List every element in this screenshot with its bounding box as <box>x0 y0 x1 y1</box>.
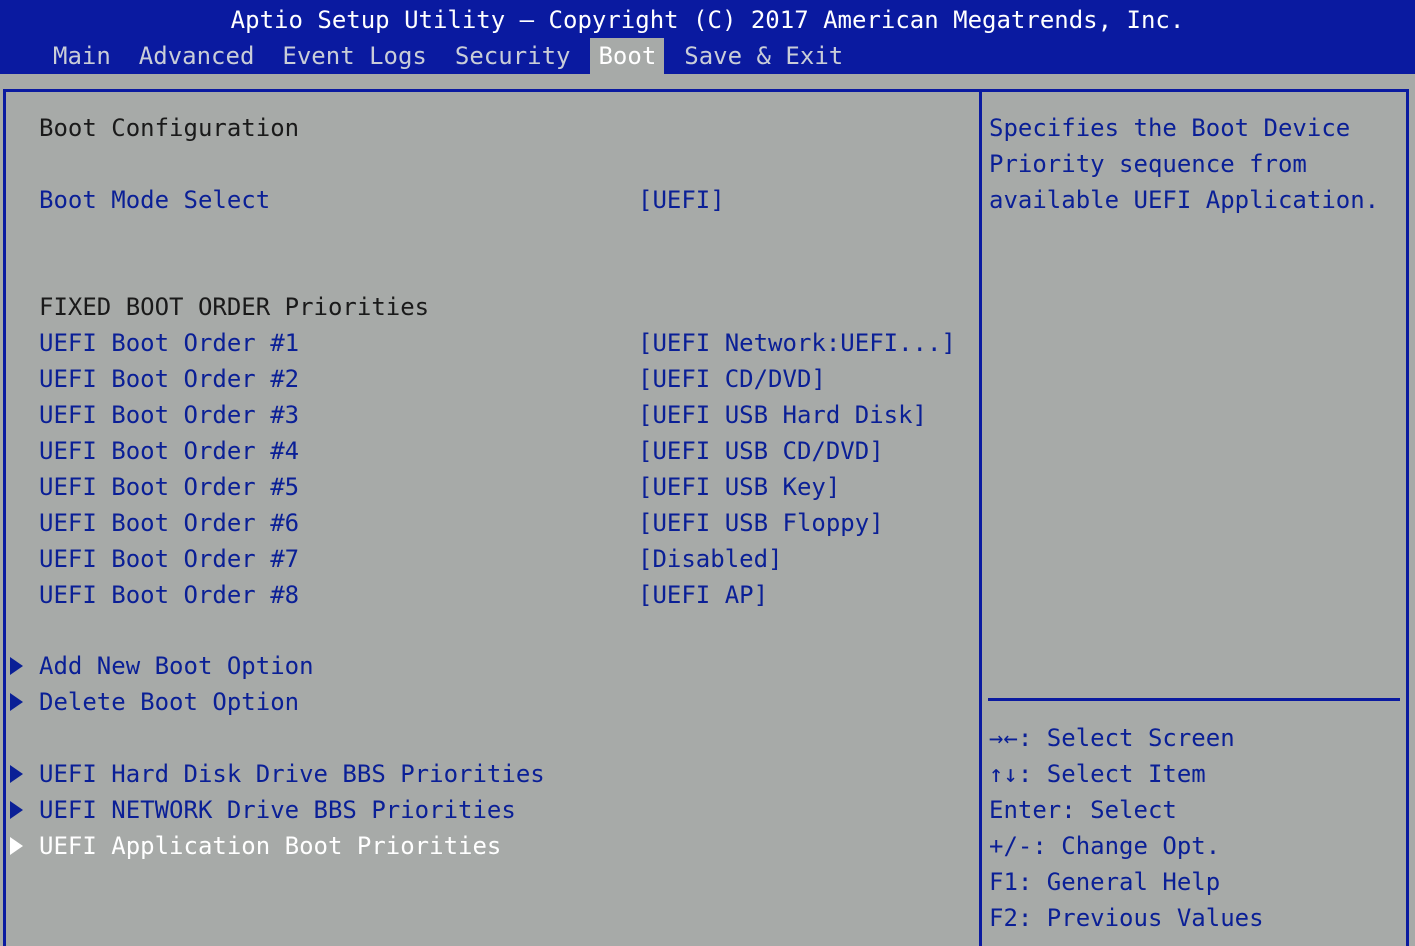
boot-order-4-label[interactable]: UEFI Boot Order #4 <box>39 433 299 469</box>
tab-advanced[interactable]: Advanced <box>131 38 263 74</box>
key-help-change-opt: +/-: Change Opt. <box>989 832 1221 860</box>
boot-order-5-value[interactable]: [UEFI USB Key] <box>638 469 840 505</box>
submenu-arrow-icon <box>10 837 23 855</box>
uefi-hard-disk-bbs-priorities[interactable]: UEFI Hard Disk Drive BBS Priorities <box>39 756 545 792</box>
boot-order-4-value[interactable]: [UEFI USB CD/DVD] <box>638 433 884 469</box>
boot-order-7-value[interactable]: [Disabled] <box>638 541 783 577</box>
help-text-line: Specifies the Boot Device <box>989 114 1351 142</box>
help-text-line: Priority sequence from <box>989 150 1307 178</box>
key-help-select-screen: →←: Select Screen <box>989 724 1235 752</box>
boot-order-1-label[interactable]: UEFI Boot Order #1 <box>39 325 299 361</box>
boot-configuration-heading: Boot Configuration <box>39 114 300 142</box>
delete-boot-option[interactable]: Delete Boot Option <box>39 684 299 720</box>
key-help-general-help: F1: General Help <box>989 868 1221 896</box>
submenu-arrow-icon <box>10 657 23 675</box>
boot-order-6-value[interactable]: [UEFI USB Floppy] <box>638 505 884 541</box>
menu-tabs: Main Advanced Event Logs Security Boot S… <box>45 38 863 74</box>
boot-order-7-label[interactable]: UEFI Boot Order #7 <box>39 541 299 577</box>
tab-boot[interactable]: Boot <box>590 38 665 74</box>
tab-event-logs[interactable]: Event Logs <box>274 38 435 74</box>
boot-mode-select-value[interactable]: [UEFI] <box>638 182 725 218</box>
boot-order-8-label[interactable]: UEFI Boot Order #8 <box>39 577 299 613</box>
panel-divider <box>979 89 982 946</box>
submenu-arrow-icon <box>10 693 23 711</box>
submenu-arrow-icon <box>10 765 23 783</box>
help-divider <box>988 698 1400 701</box>
key-help-previous-values: F2: Previous Values <box>989 904 1264 932</box>
uefi-application-boot-priorities[interactable]: UEFI Application Boot Priorities <box>39 828 501 864</box>
tab-main[interactable]: Main <box>45 38 119 74</box>
tab-save-exit[interactable]: Save & Exit <box>676 38 851 74</box>
boot-order-2-label[interactable]: UEFI Boot Order #2 <box>39 361 299 397</box>
boot-order-5-label[interactable]: UEFI Boot Order #5 <box>39 469 299 505</box>
fixed-boot-order-heading: FIXED BOOT ORDER Priorities <box>39 293 430 321</box>
boot-order-2-value[interactable]: [UEFI CD/DVD] <box>638 361 826 397</box>
boot-order-6-label[interactable]: UEFI Boot Order #6 <box>39 505 299 541</box>
add-new-boot-option[interactable]: Add New Boot Option <box>39 648 314 684</box>
boot-mode-select-label[interactable]: Boot Mode Select <box>39 182 270 218</box>
boot-order-1-value[interactable]: [UEFI Network:UEFI...] <box>638 325 956 361</box>
key-help-select-item: ↑↓: Select Item <box>989 760 1206 788</box>
boot-order-3-label[interactable]: UEFI Boot Order #3 <box>39 397 299 433</box>
uefi-network-bbs-priorities[interactable]: UEFI NETWORK Drive BBS Priorities <box>39 792 516 828</box>
key-help-enter: Enter: Select <box>989 796 1177 824</box>
boot-order-3-value[interactable]: [UEFI USB Hard Disk] <box>638 397 927 433</box>
help-text-line: available UEFI Application. <box>989 186 1380 214</box>
tab-security[interactable]: Security <box>447 38 579 74</box>
submenu-arrow-icon <box>10 801 23 819</box>
title-bar: Aptio Setup Utility – Copyright (C) 2017… <box>0 0 1415 74</box>
app-title: Aptio Setup Utility – Copyright (C) 2017… <box>230 6 1185 34</box>
boot-order-8-value[interactable]: [UEFI AP] <box>638 577 768 613</box>
